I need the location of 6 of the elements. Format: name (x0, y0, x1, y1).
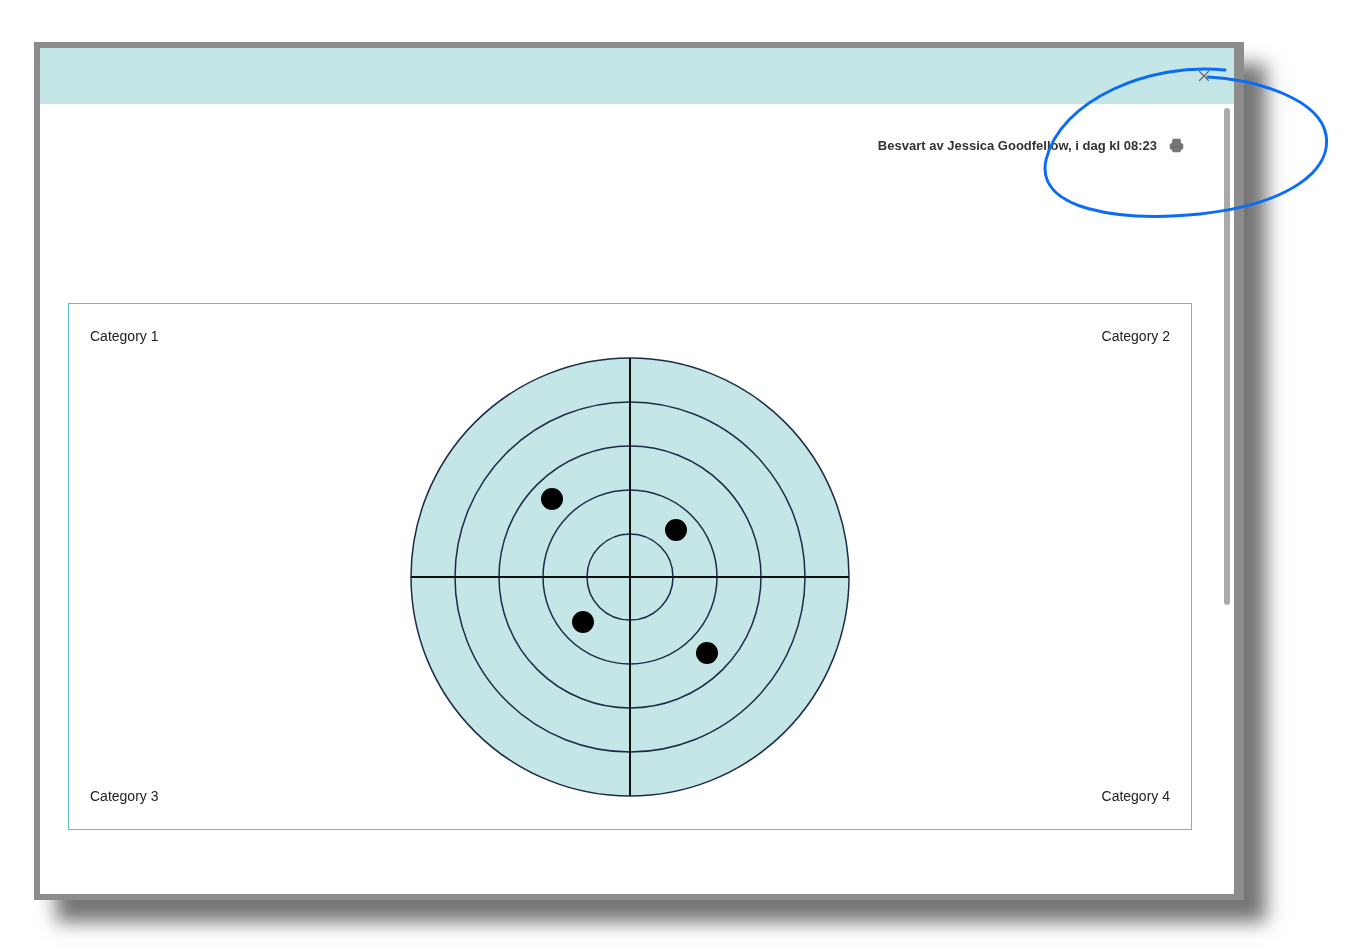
category-label: Category 1 (90, 326, 159, 346)
category-label: Category 2 (1101, 326, 1170, 346)
category-label: Category 3 (90, 786, 159, 806)
category-label: Category 4 (1101, 786, 1170, 806)
print-icon[interactable] (1169, 138, 1184, 154)
scrollbar[interactable] (1224, 108, 1230, 605)
